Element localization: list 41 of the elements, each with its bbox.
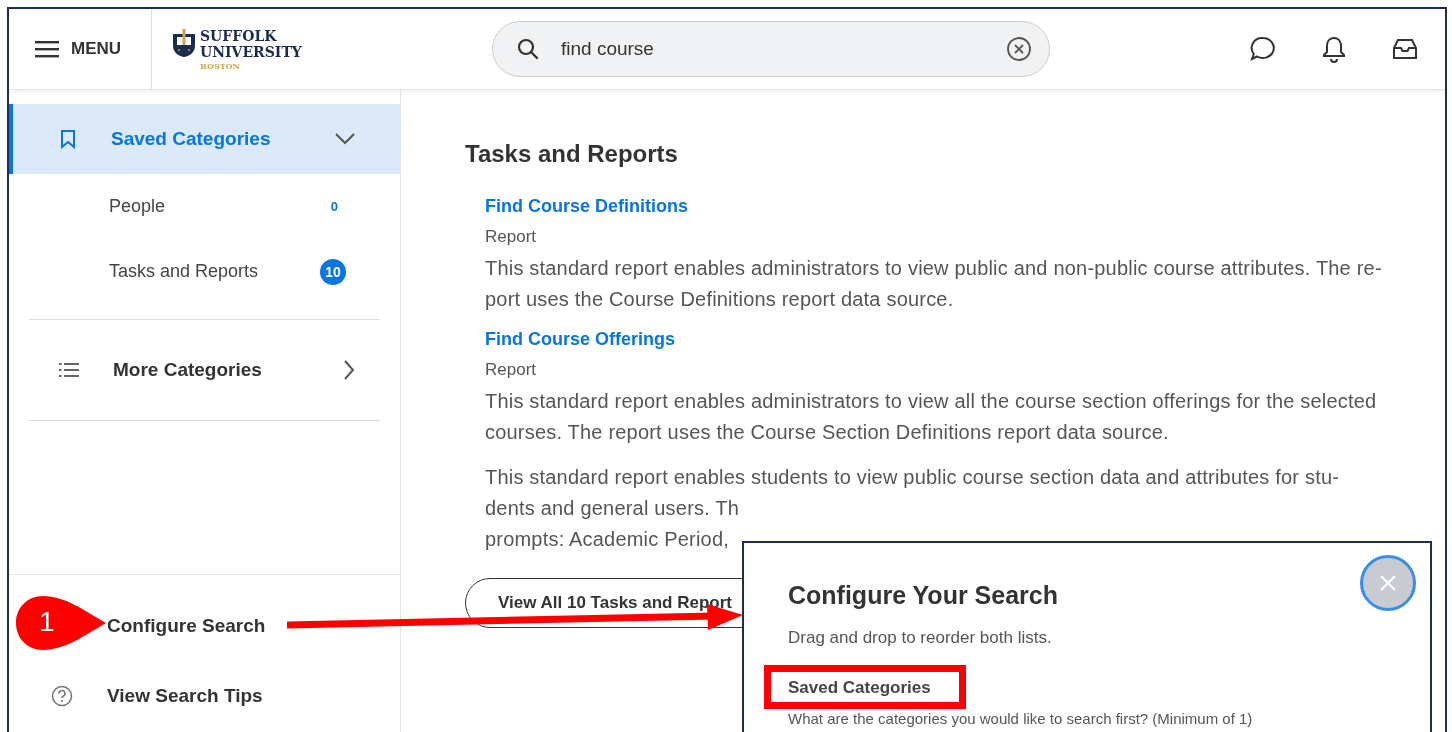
report-description: prompts: Academic Period, <box>485 527 729 552</box>
menu-button[interactable]: MENU <box>31 35 126 63</box>
step-marker: 1 <box>15 595 107 651</box>
category-header[interactable]: Saved Categories <box>9 104 400 174</box>
report-description: This standard report enables administrators to view public and non-public course attributes. The re-port uses the Course Definitions report data source. <box>485 256 1383 312</box>
section-label: Saved Categories <box>788 678 931 698</box>
report-type: Report <box>485 227 538 247</box>
category-header[interactable]: More Categories <box>9 335 400 405</box>
inbox-icon[interactable] <box>1391 36 1419 62</box>
shield-icon <box>172 27 196 58</box>
dialog-subtitle: Drag and drop to reorder both lists. <box>788 628 1053 648</box>
category-item[interactable]: People 0 <box>9 174 400 239</box>
menu-icon <box>35 40 59 58</box>
report-type: Report <box>485 360 538 380</box>
help-icon <box>51 685 73 707</box>
logo-subtext: BOSTON <box>200 60 241 71</box>
list-icon <box>59 362 79 378</box>
count-badge: 10 <box>320 258 346 285</box>
chat-icon[interactable] <box>1249 35 1277 63</box>
category-item[interactable]: Tasks and Reports 10 <box>9 239 400 304</box>
report-link[interactable]: Find Course Offerings <box>485 329 675 350</box>
report-description: dents and general users. Th <box>485 496 740 521</box>
notifications-icon[interactable] <box>1321 35 1347 63</box>
report-description: This standard report enables students to view public course section data and attributes for stu- <box>485 465 1340 490</box>
logo-text: SUFFOLK <box>200 27 278 44</box>
report-link[interactable]: Find Course Definitions <box>485 196 688 217</box>
close-icon <box>1378 573 1398 593</box>
section-heading: Tasks and Reports <box>465 140 679 168</box>
chevron-down-icon <box>334 132 356 146</box>
bookmark-icon <box>59 129 77 149</box>
report-description: This standard report enables administrators to view all the course section offerings for the selected courses. The report uses the Course Section Definitions report data source. <box>485 389 1378 445</box>
search-icon <box>516 37 540 61</box>
chevron-right-icon <box>342 359 356 381</box>
sidebar-link[interactable]: View Search Tips <box>107 685 263 707</box>
count-text: 0 <box>330 199 338 214</box>
prompt-text: What are the categories you would like to search first? (Minimum of 1) <box>788 710 1254 727</box>
sidebar-link[interactable]: Configure Search <box>107 615 266 637</box>
clear-icon[interactable] <box>1006 36 1032 62</box>
close-button[interactable] <box>1360 555 1416 611</box>
logo-text: UNIVERSITY <box>200 43 302 60</box>
search-field[interactable]: find course <box>492 21 1050 77</box>
